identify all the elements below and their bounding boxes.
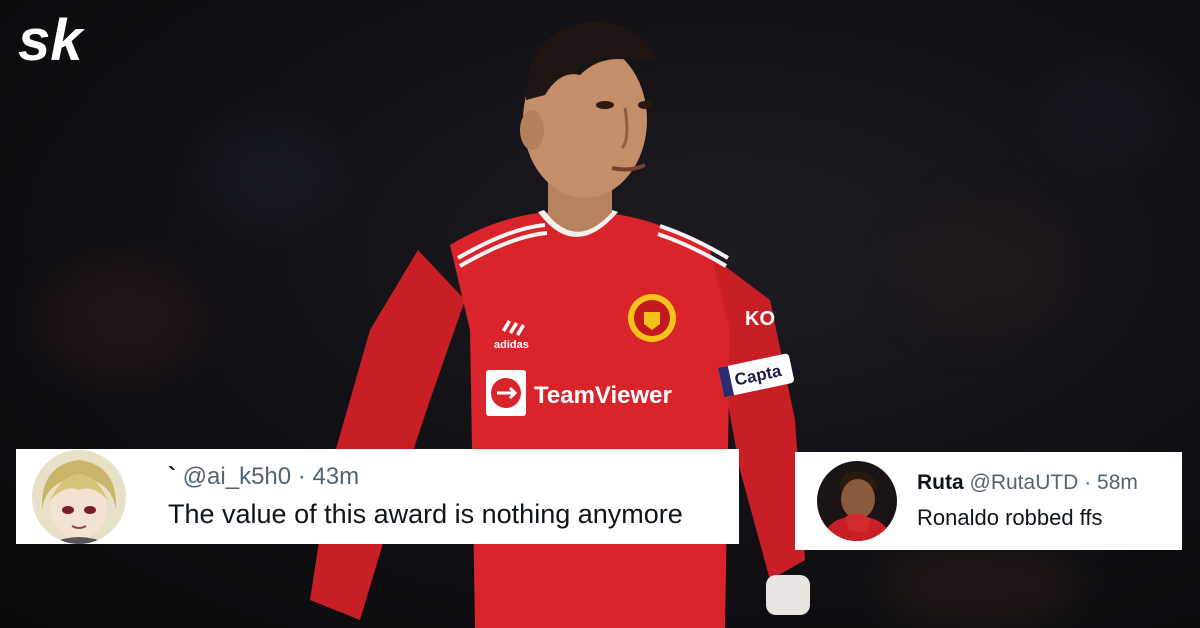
timestamp[interactable]: 58m (1097, 471, 1138, 494)
hero-image: sk adidas TeamViewer KO Capta ` @ai_k5h0… (0, 0, 1200, 628)
background-bokeh (900, 200, 1080, 340)
separator-dot: · (297, 463, 306, 490)
tweet-header: Ruta @RutaUTD · 58m (917, 471, 1138, 495)
logo-text: sk (18, 12, 85, 68)
avatar[interactable] (32, 449, 126, 544)
player-avatar-icon (817, 461, 897, 541)
wrist-tape (766, 575, 810, 615)
left-arm (310, 250, 465, 620)
tweet-text: Ronaldo robbed ffs (917, 505, 1103, 530)
adidas-text: adidas (494, 339, 529, 351)
sponsor-text: TeamViewer (534, 382, 672, 409)
background-bokeh (1040, 60, 1170, 170)
tweet-card[interactable]: ` @ai_k5h0 · 43m The value of this award… (16, 449, 739, 544)
display-name[interactable]: ` (168, 463, 176, 490)
avatar[interactable] (817, 461, 897, 541)
tweet-body: ` @ai_k5h0 · 43m The value of this award… (168, 463, 683, 530)
separator-dot: · (1084, 471, 1092, 494)
sleeve-sponsor-text: KO (745, 308, 775, 330)
display-name[interactable]: Ruta (917, 471, 964, 494)
timestamp[interactable]: 43m (312, 463, 359, 490)
torso (450, 212, 730, 628)
tweet-header: ` @ai_k5h0 · 43m (168, 463, 683, 491)
handle[interactable]: @RutaUTD (970, 471, 1079, 494)
background-bokeh (40, 260, 200, 380)
club-crest (628, 294, 676, 342)
sportskeeda-logo[interactable]: sk (18, 12, 128, 68)
tweet-body: Ruta @RutaUTD · 58m Ronaldo robbed ffs (917, 471, 1138, 531)
tweet-card[interactable]: Ruta @RutaUTD · 58m Ronaldo robbed ffs (795, 452, 1182, 550)
handle[interactable]: @ai_k5h0 (183, 463, 291, 490)
anime-avatar-icon (32, 449, 126, 544)
tweet-text: The value of this award is nothing anymo… (168, 499, 683, 529)
background-bokeh (880, 540, 1080, 628)
